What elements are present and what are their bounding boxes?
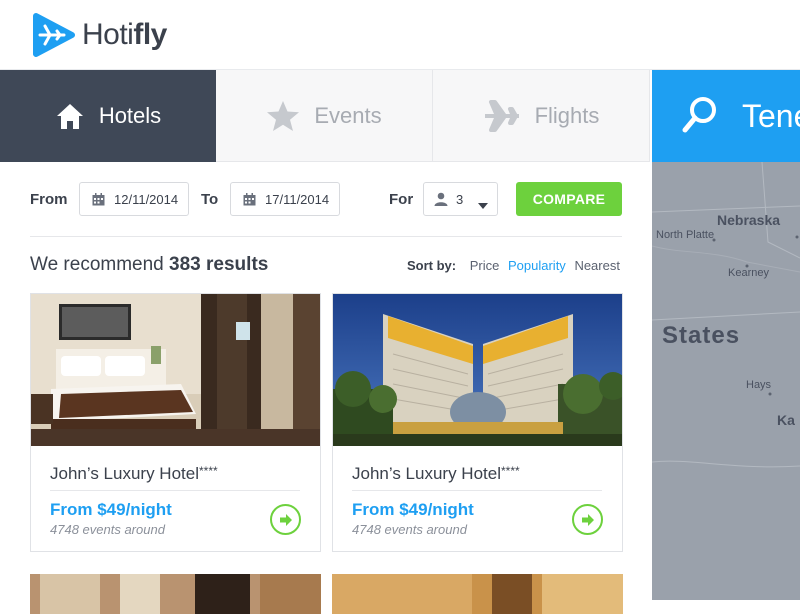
to-date-value: 17/11/2014 (265, 191, 330, 207)
logo[interactable]: Hotifly (30, 12, 167, 58)
tab-events[interactable]: Events (216, 70, 433, 162)
calendar-icon (92, 192, 105, 206)
sort-option-nearest[interactable]: Nearest (574, 258, 620, 273)
hotel-stars: **** (199, 464, 218, 478)
map-label: Ka (777, 412, 795, 428)
app-header: Hotifly (0, 0, 800, 70)
from-date-value: 12/11/2014 (114, 191, 179, 207)
destination-search[interactable]: Tene (652, 70, 800, 162)
hotel-room-photo (31, 294, 320, 446)
hotel-card-photo-partial[interactable] (30, 574, 321, 614)
from-label: From (30, 191, 68, 208)
sort-option-popularity[interactable]: Popularity (508, 258, 566, 273)
map-view[interactable]: Nebraska North Platte Kearney States Hay… (652, 162, 800, 600)
tab-flights[interactable]: Flights (433, 70, 650, 162)
divider (50, 490, 300, 491)
home-icon (55, 101, 85, 131)
results-summary: We recommend 383 results (30, 254, 269, 275)
hotel-card-photo-partial[interactable] (332, 574, 623, 614)
search-filters: From 12/11/2014 To 17/11/2014 For 3 COMP… (30, 182, 622, 216)
sort-option-price[interactable]: Price (470, 258, 500, 273)
tab-label: Events (314, 102, 382, 128)
category-tabs: Hotels Events Flights (0, 70, 652, 162)
for-label: For (389, 191, 414, 208)
sort-label: Sort by: (407, 258, 457, 273)
tab-label: Flights (534, 102, 600, 128)
search-icon[interactable] (682, 96, 718, 141)
divider (30, 236, 622, 237)
hotel-stars: **** (501, 464, 520, 478)
compare-button[interactable]: COMPARE (516, 182, 622, 216)
guests-select[interactable]: 3 (423, 182, 498, 216)
to-date-input[interactable]: 17/11/2014 (230, 182, 340, 216)
guests-value: 3 (456, 191, 464, 207)
divider (352, 490, 602, 491)
calendar-icon (243, 192, 256, 206)
hotel-card[interactable]: John’s Luxury Hotel**** From $49/night 4… (332, 293, 623, 552)
map-label: Nebraska (717, 212, 781, 228)
chevron-down-icon (478, 197, 488, 212)
to-label: To (201, 191, 219, 208)
map-label: Hays (746, 379, 772, 391)
person-icon (434, 192, 448, 206)
search-text[interactable]: Tene (742, 98, 800, 135)
airplane-logo-icon (33, 13, 75, 57)
star-icon (266, 100, 300, 132)
hotel-price: From $49/night (352, 500, 474, 519)
hotel-name[interactable]: John’s Luxury Hotel**** (50, 464, 218, 484)
hotel-photo (30, 574, 321, 614)
sort-controls: Sort by: Price Popularity Nearest (407, 258, 625, 273)
events-count: 4748 events around (50, 522, 165, 537)
hotel-price: From $49/night (50, 500, 172, 519)
from-date-input[interactable]: 12/11/2014 (79, 182, 189, 216)
logo-text: Hotifly (82, 18, 167, 51)
map-label: Kearney (728, 267, 769, 279)
arrow-right-icon[interactable] (270, 504, 301, 535)
tab-hotels[interactable]: Hotels (0, 70, 216, 162)
hotel-card[interactable]: John’s Luxury Hotel**** From $49/night 4… (30, 293, 321, 552)
events-count: 4748 events around (352, 522, 467, 537)
arrow-right-icon[interactable] (572, 504, 603, 535)
map-label: States (662, 322, 741, 349)
hotel-exterior-photo (333, 294, 622, 446)
tab-label: Hotels (98, 103, 162, 128)
hotel-photo (332, 574, 623, 614)
map-label: North Platte (656, 229, 715, 241)
airplane-icon (483, 98, 521, 134)
hotel-name[interactable]: John’s Luxury Hotel**** (352, 464, 520, 484)
